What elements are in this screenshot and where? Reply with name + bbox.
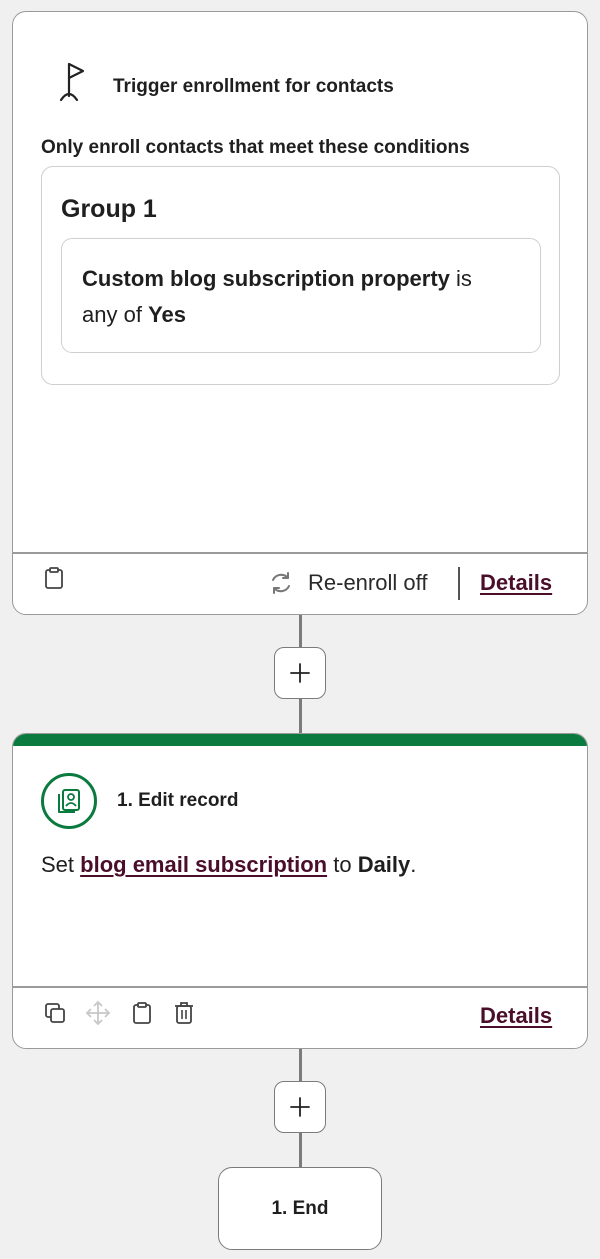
action-title: 1. Edit record	[117, 790, 239, 811]
card-footer-divider	[13, 986, 587, 988]
action-accent-bar	[13, 734, 587, 746]
condition-property: Custom blog subscription property	[82, 266, 450, 291]
move-icon[interactable]	[85, 1000, 111, 1026]
plus-icon	[290, 663, 310, 683]
end-label: 1. End	[271, 1197, 329, 1219]
plus-icon	[290, 1097, 310, 1117]
action-card[interactable]: 1. Edit record Set blog email subscripti…	[12, 733, 588, 1049]
card-footer-divider	[13, 552, 587, 554]
footer-divider	[458, 567, 460, 600]
copy-icon[interactable]	[43, 1001, 67, 1025]
add-action-button[interactable]	[274, 1081, 326, 1133]
property-link[interactable]: blog email subscription	[80, 852, 327, 877]
trigger-title: Trigger enrollment for contacts	[113, 76, 394, 97]
trigger-details-link[interactable]: Details	[480, 570, 552, 596]
action-value: Daily	[357, 852, 411, 877]
reenroll-label: Re-enroll off	[308, 570, 428, 595]
edit-record-icon	[58, 789, 80, 813]
action-prefix: Set	[41, 852, 75, 877]
add-action-button[interactable]	[274, 647, 326, 699]
clipboard-icon[interactable]	[43, 566, 65, 590]
trigger-card[interactable]: Trigger enrollment for contacts Only enr…	[12, 11, 588, 615]
trash-icon[interactable]	[173, 1001, 195, 1025]
condition-operator: is	[456, 266, 472, 291]
condition-operator: any of	[82, 302, 142, 327]
edit-record-icon-badge	[41, 773, 97, 829]
trigger-subtitle: Only enroll contacts that meet these con…	[41, 137, 470, 158]
condition-filter[interactable]: Custom blog subscription property is any…	[61, 238, 541, 353]
action-suffix: .	[410, 852, 417, 877]
clipboard-icon[interactable]	[131, 1001, 153, 1025]
condition-group[interactable]: Group 1 Custom blog subscription propert…	[41, 166, 560, 385]
group-title: Group 1	[61, 195, 157, 223]
action-middle: to	[333, 852, 352, 877]
end-node[interactable]: 1. End	[218, 1167, 382, 1250]
action-description: Set blog email subscription to Daily.	[41, 852, 416, 878]
refresh-icon	[272, 572, 290, 594]
condition-value: Yes	[148, 302, 186, 327]
flag-icon	[59, 62, 85, 102]
reenroll-status[interactable]: Re-enroll off	[268, 568, 427, 598]
action-details-link[interactable]: Details	[480, 1003, 552, 1029]
